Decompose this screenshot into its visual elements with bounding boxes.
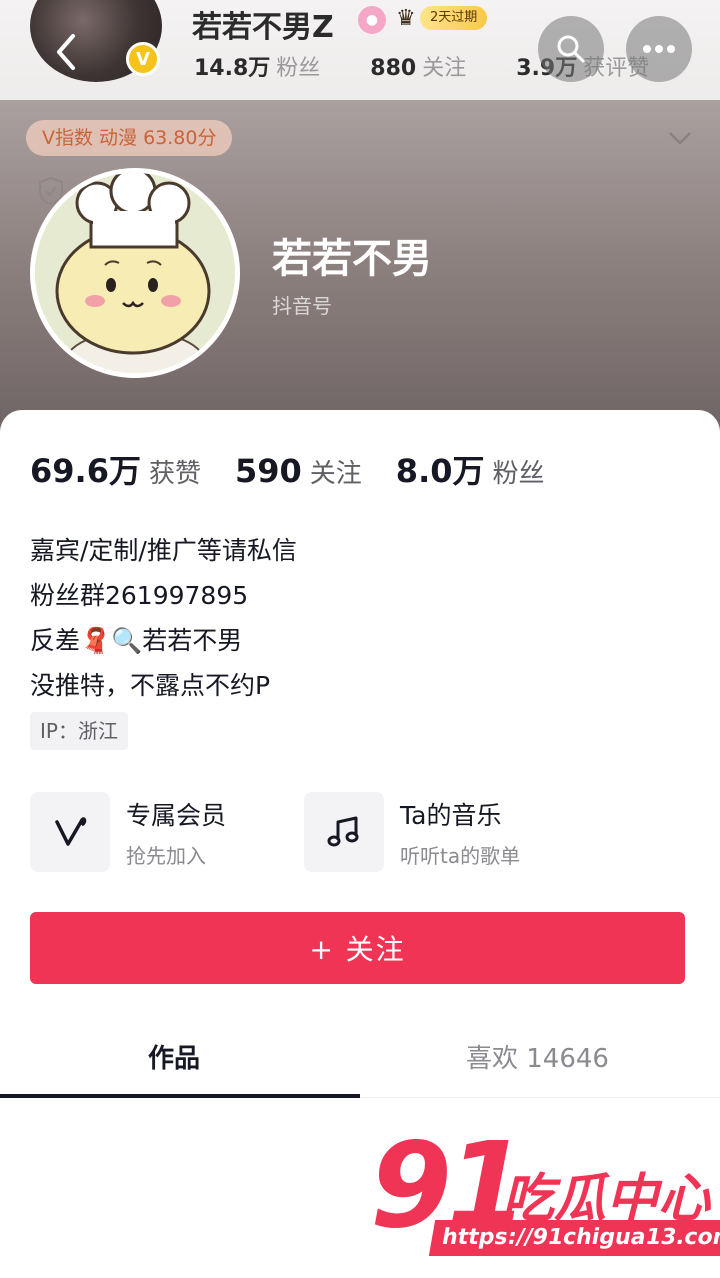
following-count[interactable]: 590 bbox=[235, 452, 302, 490]
display-name: 若若不男 bbox=[272, 236, 432, 282]
music-subtitle: 听听ta的歌单 bbox=[400, 844, 521, 868]
search-icon bbox=[557, 35, 585, 63]
pink-badge-icon: ● bbox=[358, 6, 386, 34]
bio: 嘉宾/定制/推广等请私信 粉丝群261997895 反差🧣🔍若若不男 没推特，不… bbox=[30, 528, 297, 708]
back-arrow-icon bbox=[57, 34, 75, 70]
profile-avatar[interactable] bbox=[30, 168, 240, 378]
music-title: Ta的音乐 bbox=[400, 801, 502, 830]
profile-stats: 69.6万 获赞 590 关注 8.0万 粉丝 bbox=[30, 446, 579, 492]
follow-button[interactable]: + 关注 bbox=[30, 912, 685, 984]
active-tab-indicator bbox=[0, 1094, 360, 1098]
search-button[interactable] bbox=[538, 16, 604, 82]
profile-header: V 若若不男Z ● ♛ 2天过期 14.8万粉丝 880关注 3.9万获评赞 V… bbox=[0, 0, 720, 440]
more-icon bbox=[643, 45, 675, 53]
likes-count[interactable]: 69.6万 bbox=[30, 452, 141, 490]
v-index-badge[interactable]: V指数 动漫 63.80分 bbox=[26, 120, 233, 156]
likes-label: 获赞 bbox=[148, 459, 201, 489]
watermark: 91 吃瓜中心 https://91chigua13.com bbox=[370, 1120, 720, 1270]
avatar-chef-character-icon bbox=[35, 173, 235, 373]
back-button[interactable] bbox=[40, 26, 92, 78]
douyin-id[interactable]: 抖音号 bbox=[272, 290, 332, 319]
bio-line: 没推特，不露点不约P bbox=[30, 671, 271, 700]
membership-subtitle: 抢先加入 bbox=[126, 844, 206, 868]
membership-entry[interactable]: 专属会员 抢先加入 bbox=[30, 792, 280, 872]
followers-count[interactable]: 8.0万 bbox=[396, 452, 485, 490]
membership-title: 专属会员 bbox=[126, 801, 227, 830]
header-fans-label: 粉丝 bbox=[276, 56, 321, 81]
crown-icon: ♛ bbox=[396, 6, 416, 31]
tab-likes[interactable]: 喜欢 14646 bbox=[466, 1038, 609, 1075]
bio-line: 嘉宾/定制/推广等请私信 bbox=[30, 536, 297, 565]
music-note-icon bbox=[304, 792, 384, 872]
chevron-down-icon[interactable] bbox=[668, 126, 692, 151]
tab-works[interactable]: 作品 bbox=[148, 1038, 200, 1075]
bio-line: 粉丝群261997895 bbox=[30, 581, 249, 610]
followers-label: 粉丝 bbox=[492, 459, 545, 489]
header-following-label: 关注 bbox=[422, 56, 467, 81]
v-icon bbox=[30, 792, 110, 872]
more-button[interactable] bbox=[626, 16, 692, 82]
expire-badge[interactable]: 2天过期 bbox=[420, 6, 488, 30]
watermark-url: https://91chigua13.com bbox=[428, 1220, 720, 1256]
music-entry[interactable]: Ta的音乐 听听ta的歌单 bbox=[304, 792, 564, 872]
header-fans-value: 14.8万 bbox=[194, 56, 271, 81]
verified-icon: V bbox=[126, 42, 160, 76]
bio-line: 反差🧣🔍若若不男 bbox=[30, 626, 243, 655]
header-name: 若若不男Z bbox=[192, 10, 334, 45]
header-following-value: 880 bbox=[370, 56, 417, 81]
ip-location-tag: IP：浙江 bbox=[30, 712, 128, 750]
following-label: 关注 bbox=[309, 459, 362, 489]
